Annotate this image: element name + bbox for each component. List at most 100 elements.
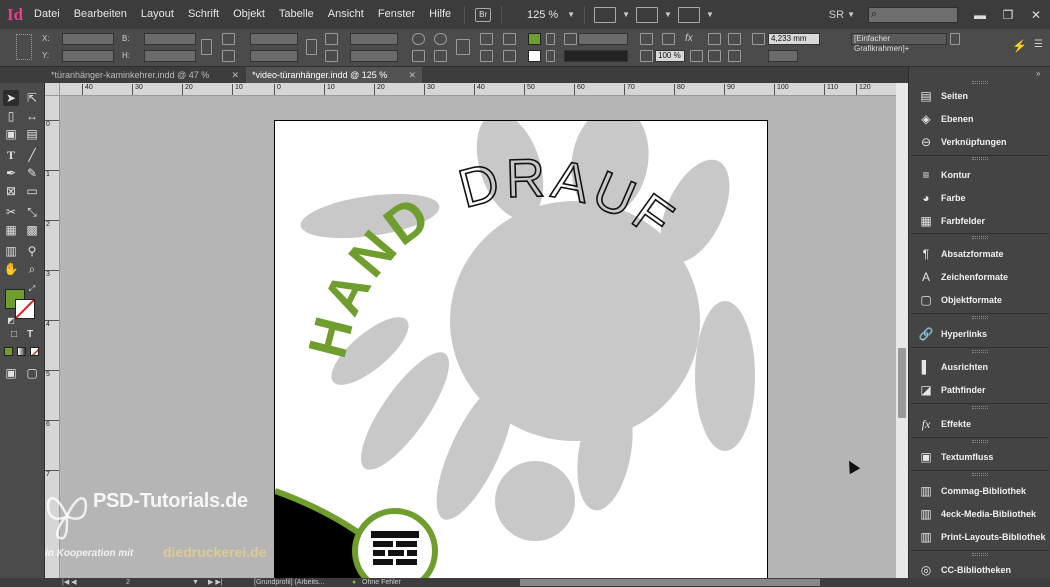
corner-options-icon[interactable]	[752, 33, 765, 45]
panel-group-grip[interactable]	[972, 316, 988, 319]
zoom-dropdown-icon[interactable]: ▼	[564, 10, 578, 19]
preflight-status[interactable]: Ohne Fehler	[362, 578, 401, 587]
preview-mode-icon[interactable]: ▢	[24, 365, 40, 381]
pencil-tool-icon[interactable]: ✎	[24, 165, 40, 181]
scale-y-input[interactable]	[250, 50, 298, 62]
scale-x-input[interactable]	[250, 33, 298, 45]
quick-apply-icon[interactable]: ⚡	[1012, 39, 1027, 53]
eyedropper-tool-icon[interactable]: ⚲	[24, 243, 40, 259]
rectangle-frame-tool-icon[interactable]: ⊠	[3, 183, 19, 199]
screen-mode-button[interactable]	[636, 6, 659, 23]
collapse-dock-icon[interactable]: »	[1036, 69, 1040, 78]
stroke-swatch[interactable]	[528, 50, 541, 62]
gradient-feather-tool-icon[interactable]: ▩	[24, 222, 40, 238]
panel-group-grip[interactable]	[972, 157, 988, 160]
select-previous-icon[interactable]	[503, 33, 516, 45]
chevron-down-icon[interactable]: ▼	[703, 10, 717, 19]
menu-fenster[interactable]: Fenster	[371, 0, 422, 29]
menu-schrift[interactable]: Schrift	[181, 0, 226, 29]
panel-group-grip[interactable]	[972, 440, 988, 443]
select-container-icon[interactable]	[480, 33, 493, 45]
bridge-button[interactable]: Br	[475, 7, 492, 22]
tab-tueranhaenger-kaminkehrer[interactable]: *türanhänger-kaminkehrer.indd @ 47 % ✕	[45, 67, 245, 83]
close-icon[interactable]: ✕	[408, 67, 416, 83]
menu-layout[interactable]: Layout	[134, 0, 181, 29]
text-wrap-none-icon[interactable]	[708, 33, 721, 45]
drop-shadow-icon[interactable]	[640, 33, 653, 45]
x-position-input[interactable]	[62, 33, 114, 45]
panel-print-layouts-bibliothek[interactable]: ▥ Print-Layouts-Bibliothek	[909, 526, 1050, 548]
rotate-cw-icon[interactable]	[412, 33, 425, 45]
text-wrap-bbox-icon[interactable]	[728, 33, 741, 45]
apply-gradient-icon[interactable]	[17, 347, 26, 356]
flip-vertical-icon[interactable]	[434, 50, 447, 62]
content-center-icon[interactable]	[728, 50, 741, 62]
view-options-button[interactable]	[594, 6, 617, 23]
panel-group-grip[interactable]	[972, 81, 988, 84]
gradient-swatch-tool-icon[interactable]: ▦	[3, 222, 19, 238]
constrain-scale-icon[interactable]	[306, 39, 317, 55]
panel-group-grip[interactable]	[972, 236, 988, 239]
minimize-icon[interactable]: ▬	[966, 6, 994, 24]
rotate-ccw-icon[interactable]	[434, 33, 447, 45]
panel-textumfluss[interactable]: ▣ Textumfluss	[909, 446, 1050, 468]
note-tool-icon[interactable]: ▥	[3, 243, 19, 259]
rectangle-tool-icon[interactable]: ▭	[24, 183, 40, 199]
formatting-container-icon[interactable]: □	[6, 327, 22, 343]
direct-selection-tool-icon[interactable]: ⇱	[24, 90, 40, 106]
menu-objekt[interactable]: Objekt	[226, 0, 272, 29]
content-collector-icon[interactable]: ▣	[3, 126, 19, 142]
rotation-angle-input[interactable]	[350, 33, 398, 45]
horizontal-ruler[interactable]: 40 30 20 10 0 10 20 30 40 50 60 70 80 90…	[60, 83, 896, 96]
pen-tool-icon[interactable]: ✒	[3, 165, 19, 181]
apply-color-icon[interactable]	[4, 347, 13, 356]
panel-seiten[interactable]: ▤ Seiten	[909, 85, 1050, 107]
workspace-switcher[interactable]: SR	[829, 9, 844, 21]
panel-absatzformate[interactable]: ¶ Absatzformate	[909, 243, 1050, 265]
preflight-profile[interactable]: [Grundprofil] (Arbeits...	[254, 578, 324, 587]
content-fit-icon[interactable]	[708, 50, 721, 62]
zoom-tool-icon[interactable]: ⌕	[24, 261, 40, 277]
page-dropdown-icon[interactable]: ▼	[192, 578, 199, 587]
panel-farbfelder[interactable]: ▦ Farbfelder	[909, 210, 1050, 232]
control-panel-menu-icon[interactable]: ☰	[1034, 39, 1047, 51]
shear-angle-input[interactable]	[350, 50, 398, 62]
menu-tabelle[interactable]: Tabelle	[272, 0, 321, 29]
opacity-input[interactable]: 100 %	[655, 50, 685, 62]
close-icon[interactable]: ✕	[231, 67, 239, 83]
corner-shape-select[interactable]	[768, 50, 798, 62]
document-page[interactable]: HAND DRAUF	[274, 120, 768, 578]
panel-group-grip[interactable]	[972, 473, 988, 476]
frame-fitting-icon[interactable]	[662, 33, 675, 45]
panel-hyperlinks[interactable]: 🔗 Hyperlinks	[909, 323, 1050, 345]
selection-tool-icon[interactable]: ➤	[3, 90, 19, 106]
panel-ausrichten[interactable]: ▌ Ausrichten	[909, 356, 1050, 378]
y-position-input[interactable]	[62, 50, 114, 62]
gap-tool-icon[interactable]: ↔	[24, 108, 40, 124]
panel-4eck-media-bibliothek[interactable]: ▥ 4eck-Media-Bibliothek	[909, 503, 1050, 525]
fill-dropdown-icon[interactable]	[546, 33, 555, 45]
menu-datei[interactable]: Datei	[27, 0, 67, 29]
select-content-icon[interactable]	[480, 50, 493, 62]
scrollbar-thumb[interactable]	[898, 348, 906, 418]
opacity-dropdown-icon[interactable]	[690, 50, 703, 62]
tab-video-tueranhaenger[interactable]: *video-türanhänger.indd @ 125 % ✕	[246, 67, 422, 83]
panel-effekte[interactable]: fx Effekte	[909, 413, 1050, 435]
stroke-type-select[interactable]	[564, 50, 628, 62]
menu-hilfe[interactable]: Hilfe	[422, 0, 458, 29]
panel-ebenen[interactable]: ◈ Ebenen	[909, 108, 1050, 130]
stroke-weight-input[interactable]	[578, 33, 628, 45]
chevron-down-icon[interactable]: ▼	[661, 10, 675, 19]
ruler-origin[interactable]	[45, 83, 60, 96]
type-tool-icon[interactable]: T	[3, 147, 19, 163]
menu-ansicht[interactable]: Ansicht	[321, 0, 371, 29]
normal-view-icon[interactable]: ▣	[3, 365, 19, 381]
object-style-dropdown-icon[interactable]	[950, 33, 960, 45]
stroke-weight-stepper[interactable]	[564, 33, 577, 45]
page-navigation-first-icon[interactable]: |◀ ◀	[62, 578, 77, 587]
panel-objektformate[interactable]: ▢ Objektformate	[909, 289, 1050, 311]
line-tool-icon[interactable]: ╱	[24, 147, 40, 163]
stroke-weight-value[interactable]: 4,233 mm	[768, 33, 820, 45]
constrain-proportions-icon[interactable]	[201, 39, 212, 55]
apply-none-icon[interactable]	[30, 347, 39, 356]
